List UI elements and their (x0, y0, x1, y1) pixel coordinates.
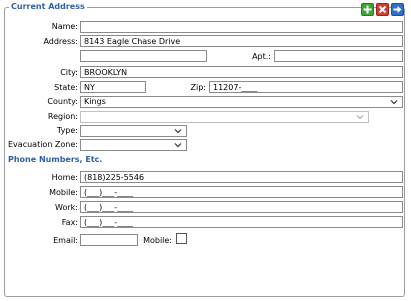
zip-input[interactable] (209, 81, 403, 93)
home-phone-label: Home: (51, 173, 78, 182)
email-label: Email: (53, 236, 78, 245)
apt-input[interactable] (274, 50, 403, 62)
mobile-checkbox-label: Mobile: (143, 236, 172, 245)
chevron-down-icon (356, 115, 364, 120)
evacuation-zone-select[interactable] (80, 139, 187, 151)
city-label: City: (60, 68, 78, 77)
delete-button[interactable] (376, 3, 389, 16)
chevron-down-icon (174, 129, 182, 134)
evacuation-zone-label: Evacuation Zone: (8, 140, 78, 149)
address-label: Address: (43, 37, 78, 46)
phone-numbers-title: Phone Numbers, Etc. (8, 155, 103, 164)
apt-label: Apt.: (252, 52, 271, 61)
plus-icon (363, 5, 372, 14)
name-label: Name: (51, 22, 78, 31)
home-phone-input[interactable] (80, 171, 403, 183)
county-label: County: (47, 97, 78, 106)
fax-label: Fax: (61, 218, 78, 227)
zip-label: Zip: (190, 83, 206, 92)
address-input[interactable] (80, 35, 403, 47)
county-select-value: Kings (84, 97, 106, 106)
fax-input[interactable] (80, 216, 403, 228)
mobile-checkbox[interactable] (176, 233, 187, 244)
work-phone-input[interactable] (80, 201, 403, 213)
state-label: State: (54, 83, 78, 92)
arrow-right-icon (393, 6, 402, 13)
work-phone-label: Work: (55, 203, 78, 212)
chevron-down-icon (174, 143, 182, 148)
add-button[interactable] (361, 3, 374, 16)
state-input[interactable] (80, 81, 146, 93)
email-input[interactable] (80, 234, 138, 246)
section-title: Current Address (9, 2, 87, 12)
close-icon (378, 5, 387, 14)
mobile-phone-label: Mobile: (49, 188, 78, 197)
type-select[interactable] (80, 125, 187, 137)
type-label: Type: (56, 126, 78, 135)
name-input[interactable] (80, 21, 403, 33)
chevron-down-icon (390, 100, 398, 105)
city-input[interactable] (80, 66, 403, 78)
region-label: Region: (47, 112, 78, 121)
address-line2-input[interactable] (80, 50, 207, 62)
mobile-phone-input[interactable] (80, 186, 403, 198)
go-button[interactable] (391, 3, 404, 16)
region-select[interactable] (80, 111, 369, 123)
county-select[interactable]: Kings (80, 96, 403, 108)
